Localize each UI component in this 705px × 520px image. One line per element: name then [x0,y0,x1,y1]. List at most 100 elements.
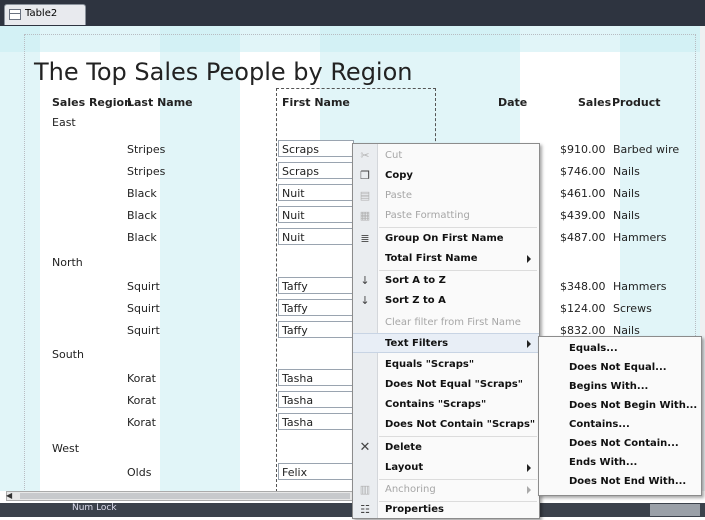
cell-first-name: Felix [282,466,308,479]
cell-first-name: Scraps [282,165,320,178]
cell-first-name: Tasha [282,372,314,385]
cell-last-name: Korat [127,416,156,429]
cell-last-name: Korat [127,372,156,385]
view-switcher-icons[interactable] [650,504,700,516]
cell-last-name: Squirt [127,324,160,337]
cell-first-name: Nuit [282,187,305,200]
menu-item-paste[interactable]: ▤ Paste [353,186,539,206]
menu-separator [379,436,537,437]
properties-icon: ☷ [360,503,370,516]
document-tab-bar [0,0,705,26]
cell-last-name: Stripes [127,143,166,156]
paste-format-icon: ▦ [359,209,371,222]
group-header-north: North [52,256,83,269]
cell-sales: $910.00 [560,143,606,156]
cell-sales: $461.00 [560,187,606,200]
copy-icon: ❐ [360,169,370,182]
menu-item-contains-scraps[interactable]: Contains "Scraps" [353,395,539,415]
document-tab[interactable]: Table2 [4,4,86,25]
menu-item-does-not-contain-scraps[interactable]: Does Not Contain "Scraps" [353,415,539,435]
sort-asc-icon: ↓ [360,274,370,287]
cell-sales: $439.00 [560,209,606,222]
cell-sales: $746.00 [560,165,606,178]
cell-last-name: Black [127,209,157,222]
group-header-west: West [52,442,80,455]
cell-product: Nails [613,209,640,222]
cell-last-name: Black [127,187,157,200]
group-icon: ≣ [360,232,370,245]
menu-item-cut[interactable]: ✂ Cut [353,146,539,166]
cell-product: Hammers [613,280,667,293]
cell-last-name: Olds [127,466,152,479]
header-product[interactable]: Product [612,96,661,109]
report-title: The Top Sales People by Region [34,58,413,86]
cell-sales: $487.00 [560,231,606,244]
menu-item-properties[interactable]: ☷ Properties [353,500,539,520]
submenu-item-contains[interactable]: Contains... [539,415,701,435]
cell-product: Nails [613,165,640,178]
anchor-icon: ▥ [359,483,371,496]
cell-last-name: Squirt [127,302,160,315]
header-date[interactable]: Date [498,96,527,109]
menu-item-delete[interactable]: ✕ Delete [353,438,539,458]
menu-item-text-filters[interactable]: Text Filters [353,333,539,353]
cell-last-name: Black [127,231,157,244]
group-header-east: East [52,116,76,129]
cell-first-name: Tasha [282,394,314,407]
menu-separator [379,227,537,228]
cell-first-name: Taffy [282,324,308,337]
submenu-item-ends-with[interactable]: Ends With... [539,453,701,473]
cell-product: Screws [613,302,652,315]
cell-sales: $124.00 [560,302,606,315]
cell-last-name: Korat [127,394,156,407]
submenu-item-begins-with[interactable]: Begins With... [539,377,701,397]
paste-icon: ▤ [359,189,371,202]
document-tab-label: Table2 [25,8,58,19]
menu-item-sort-z-to-a[interactable]: ↓ Sort Z to A [353,291,539,311]
horizontal-scroll-thumb[interactable] [20,493,350,499]
menu-item-sort-a-to-z[interactable]: ↓ Sort A to Z [353,271,539,291]
menu-item-equals-scraps[interactable]: Equals "Scraps" [353,355,539,375]
cell-product: Barbed wire [613,143,680,156]
cell-first-name: Nuit [282,231,305,244]
menu-item-clear-filter[interactable]: Clear filter from First Name [353,313,539,333]
cell-sales: $348.00 [560,280,606,293]
menu-item-anchoring[interactable]: ▥ Anchoring [353,480,539,500]
scissors-icon: ✂ [360,149,370,162]
cell-first-name: Taffy [282,302,308,315]
menu-item-does-not-equal-scraps[interactable]: Does Not Equal "Scraps" [353,375,539,395]
submenu-arrow-icon [527,486,531,494]
cell-last-name: Squirt [127,280,160,293]
cell-last-name: Stripes [127,165,166,178]
context-menu: ✂ Cut ❐ Copy ▤ Paste ▦ Paste Formatting ≣ Gro… [352,143,540,519]
submenu-item-equals[interactable]: Equals... [539,339,701,359]
cell-first-name: Tasha [282,416,314,429]
submenu-arrow-icon [527,464,531,472]
cell-first-name: Nuit [282,209,305,222]
menu-item-total-first-name[interactable]: Total First Name [353,249,539,269]
cell-product: Hammers [613,231,667,244]
group-header-south: South [52,348,84,361]
submenu-item-does-not-begin-with[interactable]: Does Not Begin With... [539,396,701,416]
scroll-left-arrow-icon[interactable]: ◀ [6,491,12,500]
submenu-item-does-not-end-with[interactable]: Does Not End With... [539,472,701,492]
menu-item-copy[interactable]: ❐ Copy [353,166,539,186]
num-lock-indicator: Num Lock [72,503,117,513]
header-sales-region[interactable]: Sales Region [52,96,132,109]
submenu-arrow-icon [527,255,531,263]
header-sales[interactable]: Sales [578,96,611,109]
submenu-arrow-icon [527,340,531,348]
submenu-item-does-not-contain[interactable]: Does Not Contain... [539,434,701,454]
cell-product: Nails [613,187,640,200]
text-filters-submenu: Equals... Does Not Equal... Begins With.… [538,336,702,496]
cell-first-name: Scraps [282,143,320,156]
delete-icon: ✕ [359,440,371,455]
header-last-name[interactable]: Last Name [127,96,193,109]
submenu-item-does-not-equal[interactable]: Does Not Equal... [539,358,701,378]
menu-item-group-on-first-name[interactable]: ≣ Group On First Name [353,229,539,249]
cell-first-name: Taffy [282,280,308,293]
table-icon [9,9,21,20]
menu-item-paste-formatting[interactable]: ▦ Paste Formatting [353,206,539,226]
menu-item-layout[interactable]: Layout [353,458,539,478]
sort-desc-icon: ↓ [360,294,370,307]
